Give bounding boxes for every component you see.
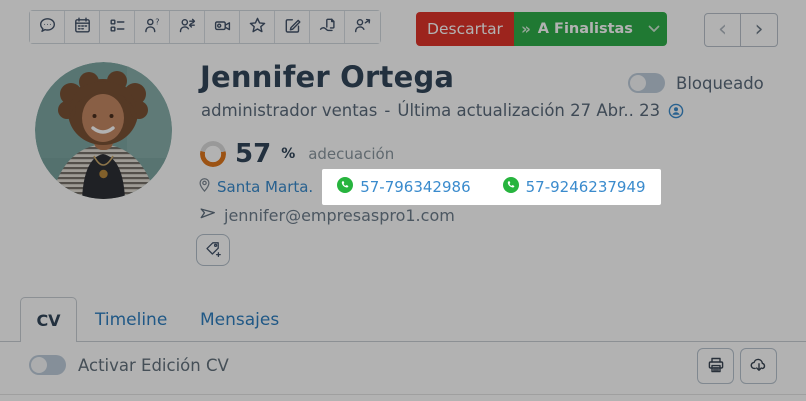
next-candidate-button[interactable]: ›	[741, 14, 777, 46]
checklist-button[interactable]	[100, 11, 135, 43]
tab-cv[interactable]: CV	[20, 297, 77, 342]
blocked-toggle[interactable]	[628, 73, 665, 93]
candidate-actions-toolbar: ?	[29, 10, 381, 44]
blocked-label: Bloqueado	[676, 73, 764, 93]
to-finalists-button[interactable]: » A Finalistas	[514, 12, 667, 46]
candidate-export-icon	[353, 16, 372, 38]
stage-action-group: Descartar » A Finalistas	[416, 12, 667, 46]
add-tag-button[interactable]	[196, 234, 230, 266]
svg-text:?: ?	[155, 18, 159, 27]
candidate-role: administrador ventas	[201, 101, 378, 120]
candidate-export-button[interactable]	[345, 11, 380, 43]
checklist-icon	[108, 16, 127, 38]
bottom-divider	[0, 394, 806, 395]
tab-timeline[interactable]: Timeline	[95, 297, 167, 342]
discard-button[interactable]: Descartar	[416, 12, 514, 46]
candidate-share-button[interactable]	[170, 11, 205, 43]
edit-icon	[283, 16, 302, 38]
toggle-knob	[630, 75, 646, 91]
location-pin-icon	[197, 177, 212, 197]
cv-edit-label: Activar Edición CV	[78, 355, 229, 375]
phone-highlight-box: 57-796342986 57-9246237949	[322, 169, 661, 205]
chat-icon	[38, 16, 57, 38]
candidate-pager: ‹ ›	[704, 13, 778, 47]
video-button[interactable]	[205, 11, 240, 43]
print-cv-button[interactable]	[697, 348, 734, 384]
cv-edit-toggle[interactable]	[29, 355, 66, 375]
forward-chevrons-icon: »	[521, 20, 531, 38]
star-icon	[248, 16, 267, 38]
candidate-avatar	[35, 62, 172, 199]
email-text: jennifer@empresaspro1.com	[224, 205, 455, 225]
star-button[interactable]	[240, 11, 275, 43]
candidate-share-icon	[178, 16, 197, 38]
candidate-subtitle: administrador ventas - Última actualizac…	[201, 101, 684, 120]
whatsapp-icon	[337, 177, 354, 197]
candidate-question-button[interactable]: ?	[135, 11, 170, 43]
last-update-text: Última actualización 27 Abr.. 23	[397, 101, 661, 120]
contact-row: Santa Marta. 57-796342986 57-9246237949	[197, 169, 661, 205]
finalists-label: A Finalistas	[537, 21, 633, 37]
printer-icon	[706, 355, 726, 378]
send-icon	[199, 205, 216, 225]
location-link[interactable]: Santa Marta.	[197, 177, 313, 197]
candidate-profile-page: ? Descartar » A Finalistas ‹ › Jennifer …	[0, 0, 806, 401]
match-unit: %	[281, 146, 296, 162]
video-icon	[213, 16, 232, 38]
calendar-button[interactable]	[65, 11, 100, 43]
chat-button[interactable]	[30, 11, 65, 43]
cloud-download-icon	[749, 355, 769, 378]
calendar-icon	[73, 16, 92, 38]
chevron-down-icon	[648, 22, 660, 37]
phone-number: 57-9246237949	[525, 178, 646, 196]
document-hand-icon	[318, 16, 337, 38]
candidate-question-icon: ?	[143, 16, 162, 38]
match-score-row: 57 % adecuación	[200, 139, 394, 169]
previous-candidate-button[interactable]: ‹	[705, 14, 741, 46]
document-hand-button[interactable]	[310, 11, 345, 43]
tag-plus-icon	[204, 240, 222, 261]
email-link[interactable]: jennifer@empresaspro1.com	[199, 205, 455, 225]
whatsapp-icon	[502, 177, 519, 197]
whatsapp-phone-link[interactable]: 57-796342986	[337, 177, 471, 197]
user-circle-icon[interactable]	[668, 103, 684, 119]
subtitle-separator: -	[384, 101, 391, 120]
tab-mensajes[interactable]: Mensajes	[200, 297, 279, 342]
toggle-knob	[31, 357, 47, 373]
match-label: adecuación	[308, 145, 395, 163]
edit-note-button[interactable]	[275, 11, 310, 43]
match-progress-ring	[200, 141, 226, 167]
download-cv-button[interactable]	[740, 348, 777, 384]
whatsapp-phone-link[interactable]: 57-9246237949	[502, 177, 646, 197]
phone-number: 57-796342986	[360, 178, 471, 196]
cv-edit-row: Activar Edición CV	[29, 355, 229, 375]
blocked-row: Bloqueado	[628, 73, 764, 93]
candidate-name: Jennifer Ortega	[200, 60, 455, 94]
match-value: 57	[235, 139, 272, 169]
location-text: Santa Marta.	[217, 178, 314, 196]
